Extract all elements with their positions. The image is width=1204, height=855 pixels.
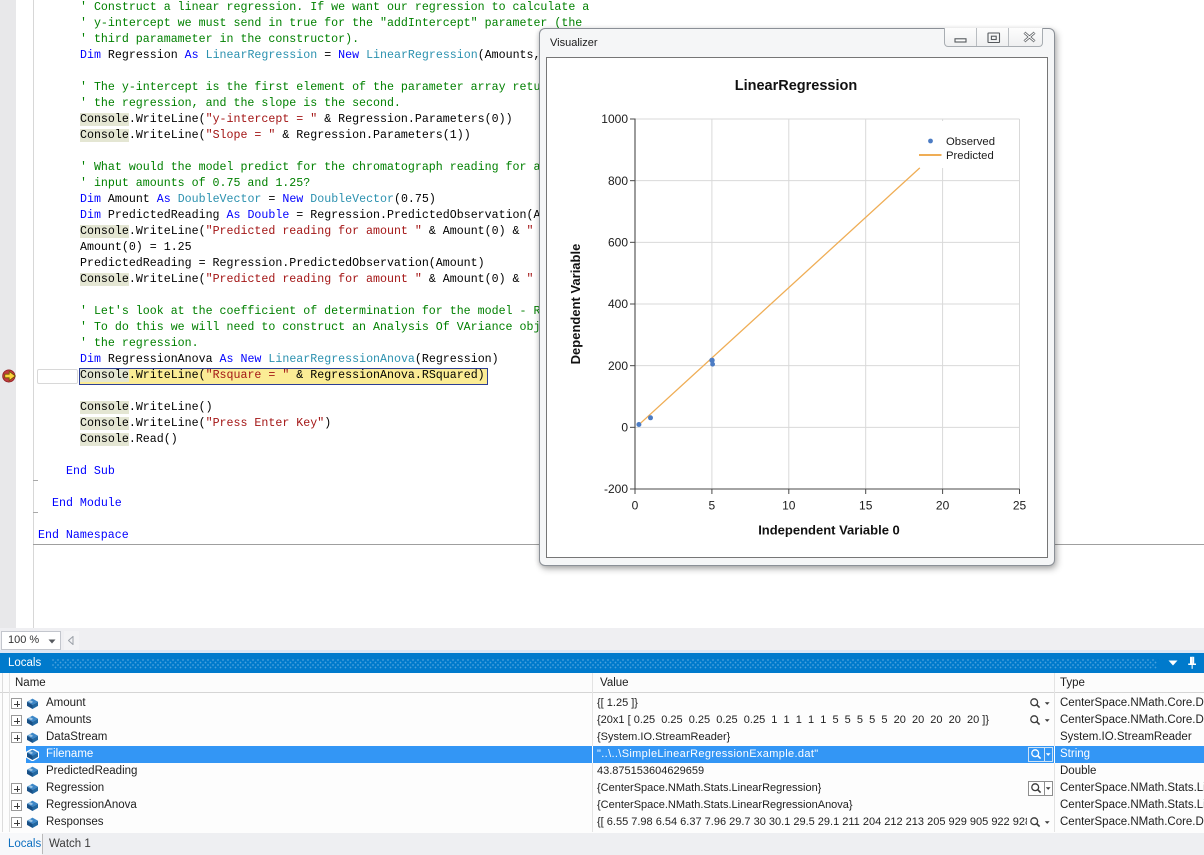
svg-text:0: 0 <box>632 499 639 513</box>
svg-text:5: 5 <box>709 499 716 513</box>
svg-text:400: 400 <box>608 297 628 311</box>
svg-text:600: 600 <box>608 236 628 250</box>
svg-text:Dependent Variable: Dependent Variable <box>568 244 583 365</box>
svg-text:LinearRegression: LinearRegression <box>735 78 858 94</box>
svg-text:-200: -200 <box>604 482 628 496</box>
svg-text:Observed: Observed <box>946 136 995 148</box>
svg-text:10: 10 <box>782 499 796 513</box>
svg-text:0: 0 <box>621 421 628 435</box>
svg-text:20: 20 <box>936 499 950 513</box>
svg-text:Independent Variable 0: Independent Variable 0 <box>758 523 900 538</box>
svg-text:25: 25 <box>1013 499 1027 513</box>
svg-text:15: 15 <box>859 499 873 513</box>
svg-text:200: 200 <box>608 359 628 373</box>
svg-text:1000: 1000 <box>601 112 628 126</box>
svg-text:Predicted: Predicted <box>946 150 994 162</box>
svg-text:800: 800 <box>608 174 628 188</box>
